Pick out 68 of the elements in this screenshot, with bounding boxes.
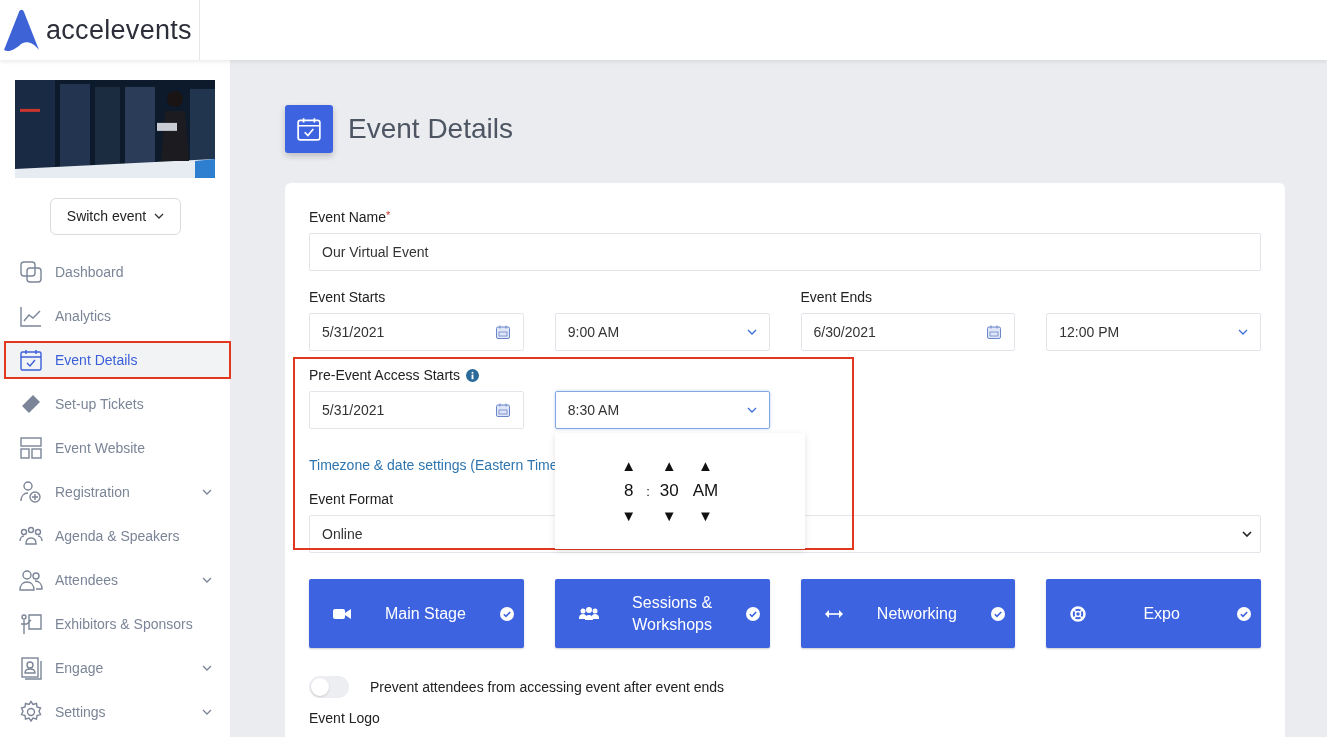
field-label: Event Starts [309,289,386,305]
format-button[interactable]: Sessions & Workshops [554,579,770,648]
time-select[interactable]: 12:00 PM [1046,313,1261,351]
page-title: Event Details [348,113,513,145]
check-circle-icon [745,606,760,621]
required-asterisk-icon: * [386,209,391,221]
sidebar-item[interactable]: Registration [0,473,230,511]
check-circle-icon [499,606,514,621]
minute-value: 30 [659,481,679,501]
toggle-label: Prevent attendees from accessing event after event ends [370,679,725,695]
calendar-check-icon [19,348,43,372]
squares-icon [19,260,43,284]
field-label: Event Logo [309,710,380,726]
date-field[interactable]: 6/30/2021 [800,313,1016,351]
sidebar-item[interactable]: Event Details [0,341,230,379]
brand-name: accelevents [46,14,192,46]
check-circle-icon [1237,606,1251,621]
period-up-button[interactable]: ▲ [698,457,713,475]
chevron-down-icon [746,329,757,335]
sidebar-item[interactable]: Exhibitors & Sponsors [0,605,230,643]
sidebar-item[interactable]: Dashboard [0,253,230,291]
calendar-icon [494,324,511,340]
chart-line-icon [19,304,43,328]
time-separator: : [646,483,650,499]
minute-up-button[interactable]: ▲ [661,457,677,475]
date-field[interactable]: 5/31/2021 [309,313,524,351]
hour-up-button[interactable]: ▲ [621,457,637,475]
field-label: Event Name* [309,209,391,225]
sidebar-item[interactable]: Attendees [0,561,230,599]
chevron-down-icon [154,213,165,220]
users-icon [19,568,43,592]
format-button[interactable]: Main Stage [309,579,524,648]
info-icon [465,368,479,382]
hour-value: 8 [624,481,634,501]
user-plus-icon [19,480,43,504]
date-field[interactable]: 5/31/2021 [309,391,524,429]
sidebar-item[interactable]: Event Website [0,429,230,467]
toggle-switch[interactable] [309,676,349,698]
video-camera-icon [333,607,351,620]
field-label: Event Format [309,491,394,507]
calendar-check-icon [285,105,333,153]
format-button[interactable]: Networking [800,579,1016,648]
sidebar-item[interactable]: Set-up Tickets [0,385,230,423]
sidebar-item[interactable]: Agenda & Speakers [0,517,230,555]
lifebuoy-icon [1070,605,1087,622]
field-label: Pre-Event Access Starts [309,367,479,383]
gear-icon [19,700,43,724]
group-icon [578,606,599,621]
calendar-icon [986,324,1003,340]
presenter-icon [19,612,43,636]
sidebar-item[interactable]: Engage [0,649,230,687]
double-arrow-icon [824,609,843,618]
format-button[interactable]: Expo [1046,579,1261,648]
sidebar-item[interactable]: Settings [0,693,230,731]
time-select[interactable]: 9:00 AM [554,313,770,351]
layout-icon [19,436,43,460]
chevron-down-icon [1242,531,1252,537]
check-circle-icon [991,606,1006,621]
period-value: AM [692,481,719,501]
calendar-icon [494,402,511,418]
id-card-icon [19,656,43,680]
sidebar-item[interactable]: Analytics [0,297,230,335]
chevron-down-icon [746,407,757,413]
group-icon [19,524,43,548]
event-name-field[interactable]: Our Virtual Event [309,233,1261,271]
switch-event-button[interactable]: Switch event [50,197,181,235]
chevron-down-icon [1238,329,1248,335]
field-label: Event Ends [800,289,873,305]
